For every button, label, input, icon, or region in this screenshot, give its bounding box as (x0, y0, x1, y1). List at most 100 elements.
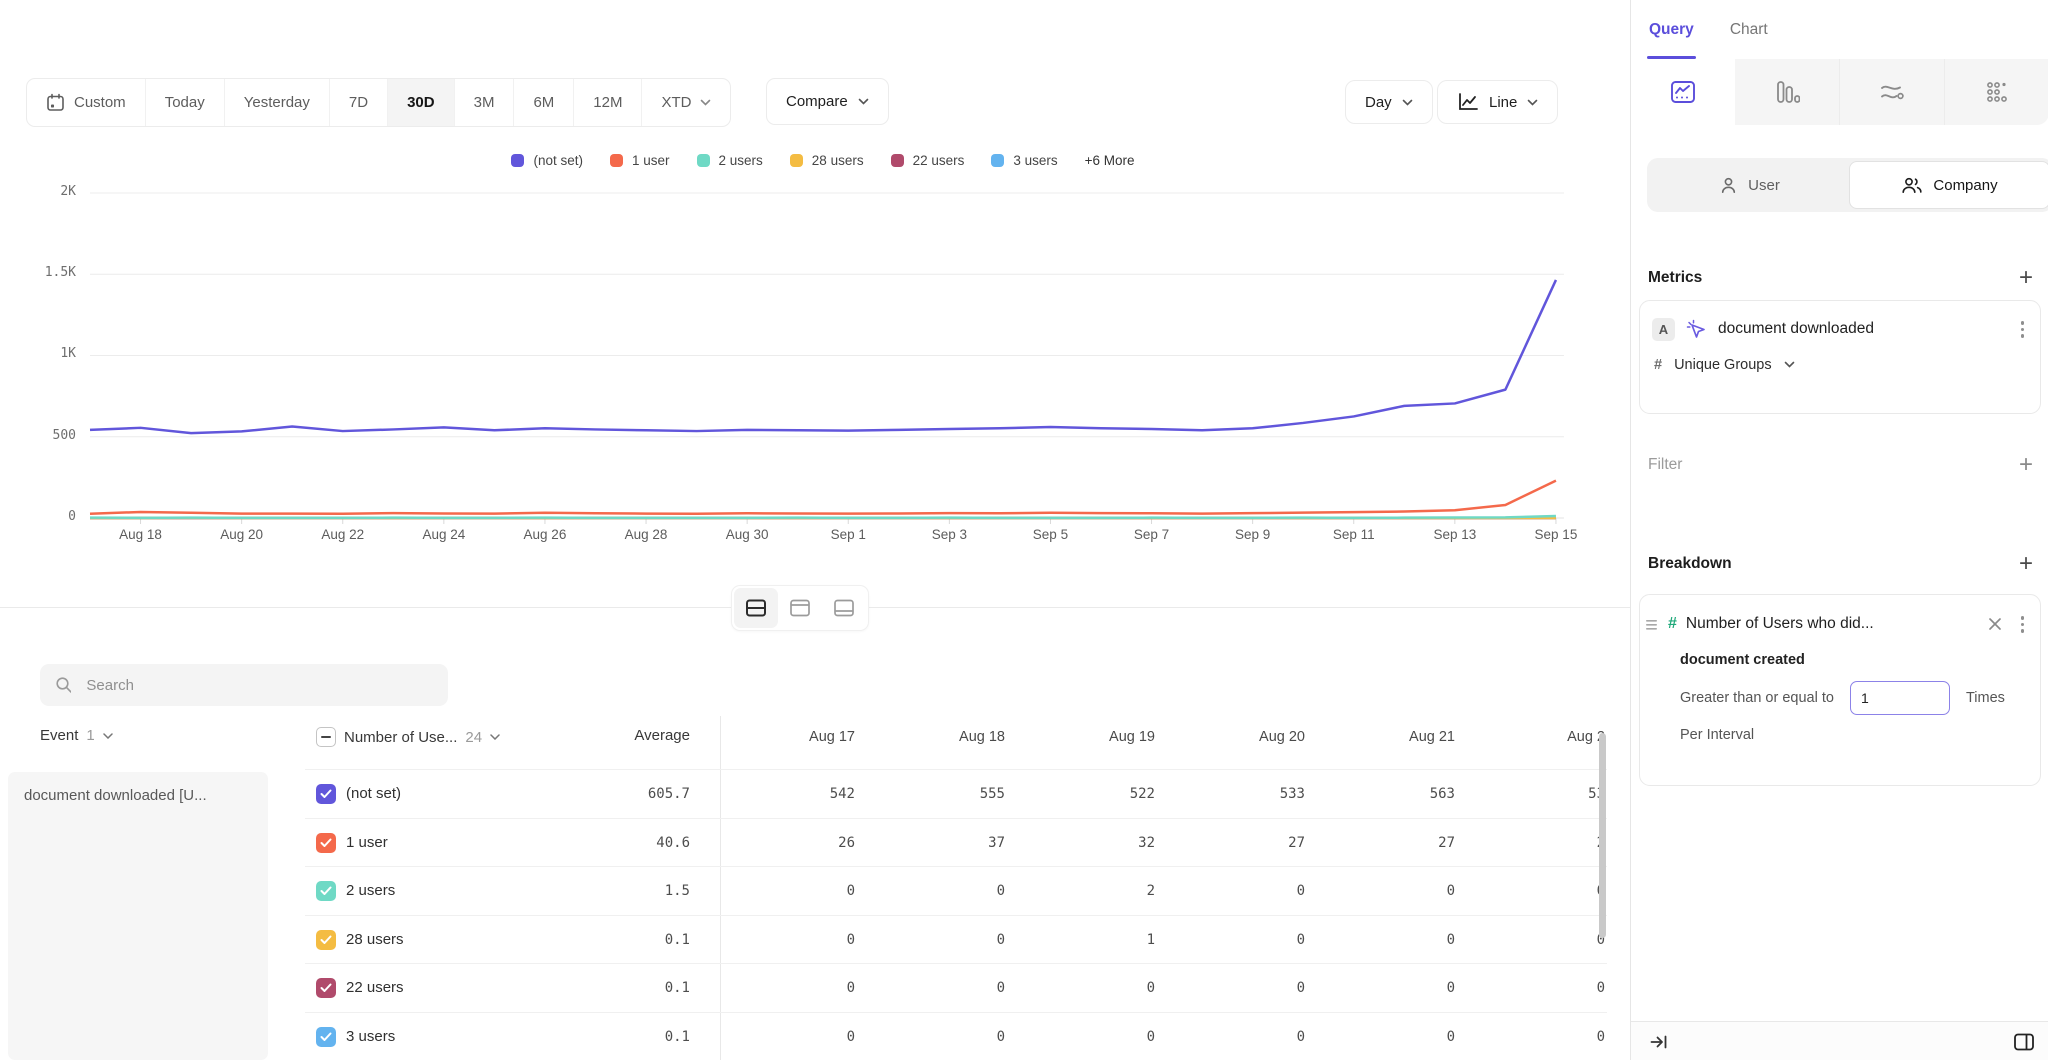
row-checkbox[interactable] (316, 833, 336, 853)
event-column-header[interactable]: Event 1 (40, 727, 113, 744)
average-column-header[interactable]: Average (560, 727, 690, 744)
measure-selector[interactable]: Unique Groups (1674, 357, 1772, 373)
line-chart-icon (1670, 80, 1696, 104)
hash-icon: # (1654, 357, 1662, 373)
range-button-yesterday[interactable]: Yesterday (225, 79, 330, 126)
row-label[interactable]: (not set) (346, 785, 401, 802)
flow-chart-icon (1879, 80, 1905, 104)
cell-value: 0 (1025, 1029, 1155, 1045)
legend-more-button[interactable]: +6 More (1085, 153, 1135, 168)
event-list-item[interactable]: document downloaded [U... (8, 772, 268, 1060)
select-all-checkbox[interactable] (316, 727, 336, 747)
collapse-panel-icon[interactable] (1649, 1032, 1669, 1052)
chart-style-button[interactable]: Line (1437, 80, 1558, 124)
split-view-button[interactable] (734, 588, 778, 628)
cell-value: 0 (875, 980, 1005, 996)
row-label[interactable]: 2 users (346, 882, 395, 899)
top-panel-view-button[interactable] (778, 588, 822, 628)
range-button-xtd[interactable]: XTD (642, 79, 730, 126)
main-area: CustomTodayYesterday7D30D3M6M12MXTD Comp… (0, 0, 1630, 1060)
row-checkbox[interactable] (316, 978, 336, 998)
date-column-header[interactable]: Aug 18 (875, 729, 1005, 745)
date-column-header[interactable]: Aug 19 (1025, 729, 1155, 745)
breakdown-heading: Breakdown (1648, 555, 1732, 573)
row-label[interactable]: 3 users (346, 1028, 395, 1045)
range-button-12m[interactable]: 12M (574, 79, 642, 126)
metric-menu-button[interactable] (2017, 317, 2029, 342)
times-value-input[interactable] (1850, 681, 1950, 715)
legend-label: 1 user (632, 153, 670, 168)
cell-value: 0 (1325, 1029, 1455, 1045)
chart-type-flow-button[interactable] (1840, 59, 1945, 125)
cell-value: 0 (875, 883, 1005, 899)
bar-chart-icon (1774, 80, 1800, 104)
date-column-header[interactable]: Aug 21 (1325, 729, 1455, 745)
breakdown-event-name[interactable]: document created (1680, 652, 2040, 668)
row-label[interactable]: 1 user (346, 834, 388, 851)
range-button-3m[interactable]: 3M (455, 79, 515, 126)
row-checkbox[interactable] (316, 1027, 336, 1047)
search-input[interactable] (84, 676, 433, 695)
legend-item[interactable]: 1 user (610, 153, 670, 168)
cell-value: 0 (1175, 1029, 1305, 1045)
cell-value: 0 (725, 980, 855, 996)
date-column-header[interactable]: Aug 20 (1175, 729, 1305, 745)
x-axis-tick: Aug 30 (726, 527, 769, 542)
legend-swatch (511, 154, 524, 167)
row-label[interactable]: 28 users (346, 931, 404, 948)
row-checkbox[interactable] (316, 784, 336, 804)
legend-label: 2 users (719, 153, 763, 168)
chart-type-line-button[interactable] (1631, 59, 1735, 125)
chevron-down-icon (1784, 361, 1795, 368)
tab-chart[interactable]: Chart (1730, 0, 1768, 59)
legend-item[interactable]: (not set) (511, 153, 583, 168)
breakdown-title[interactable]: Number of Users who did... (1686, 615, 1979, 633)
breakdown-condition-label[interactable]: Greater than or equal to (1680, 690, 1834, 706)
bottom-panel-view-button[interactable] (822, 588, 866, 628)
breakdown-card[interactable]: # Number of Users who did... document cr… (1639, 594, 2041, 786)
add-breakdown-button[interactable]: + (2019, 552, 2033, 576)
legend-item[interactable]: 2 users (697, 153, 763, 168)
search-box[interactable] (40, 664, 448, 706)
row-label[interactable]: 22 users (346, 979, 404, 996)
group-column-header[interactable]: Number of Use... 24 (316, 727, 500, 747)
check-icon (320, 789, 332, 799)
legend-swatch (891, 154, 904, 167)
range-button-6m[interactable]: 6M (514, 79, 574, 126)
cell-value: 1 (1025, 932, 1155, 948)
drag-handle-icon[interactable] (1646, 619, 1659, 630)
range-button-7d[interactable]: 7D (330, 79, 388, 126)
chart-type-dots-button[interactable] (1945, 59, 2048, 125)
average-value: 0.1 (560, 932, 690, 948)
entity-company-segment[interactable]: Company (1849, 161, 2048, 209)
tab-query[interactable]: Query (1649, 0, 1694, 59)
table-column-divider (720, 716, 721, 1060)
row-checkbox[interactable] (316, 930, 336, 950)
metric-card[interactable]: A document downloaded # Unique Groups (1639, 300, 2041, 414)
cell-value: 0 (875, 1029, 1005, 1045)
compare-button[interactable]: Compare (766, 78, 889, 125)
table-scrollbar[interactable] (1599, 733, 1606, 938)
average-value: 40.6 (560, 835, 690, 851)
close-icon[interactable] (1988, 617, 2002, 631)
range-button-today[interactable]: Today (146, 79, 225, 126)
chart-type-bar-button[interactable] (1735, 59, 1840, 125)
interval-button[interactable]: Day (1345, 80, 1433, 124)
metric-event-name[interactable]: document downloaded (1718, 320, 2006, 338)
legend-item[interactable]: 22 users (891, 153, 965, 168)
per-interval-label[interactable]: Per Interval (1680, 727, 2040, 743)
add-metric-button[interactable]: + (2019, 266, 2033, 290)
range-button-30d[interactable]: 30D (388, 79, 455, 126)
date-range-group: CustomTodayYesterday7D30D3M6M12MXTD (26, 78, 731, 127)
side-panel-icon[interactable] (2013, 1032, 2035, 1052)
legend-item[interactable]: 28 users (790, 153, 864, 168)
legend-item[interactable]: 3 users (991, 153, 1057, 168)
range-button-custom[interactable]: Custom (27, 79, 146, 126)
cell-value: 27 (1175, 835, 1305, 851)
entity-user-segment[interactable]: User (1650, 161, 1849, 209)
date-column-header[interactable]: Aug 17 (725, 729, 855, 745)
row-checkbox[interactable] (316, 881, 336, 901)
breakdown-menu-button[interactable] (2017, 612, 2029, 637)
add-filter-button[interactable]: + (2019, 453, 2033, 477)
date-column-header[interactable]: Aug 2 (1475, 729, 1605, 745)
